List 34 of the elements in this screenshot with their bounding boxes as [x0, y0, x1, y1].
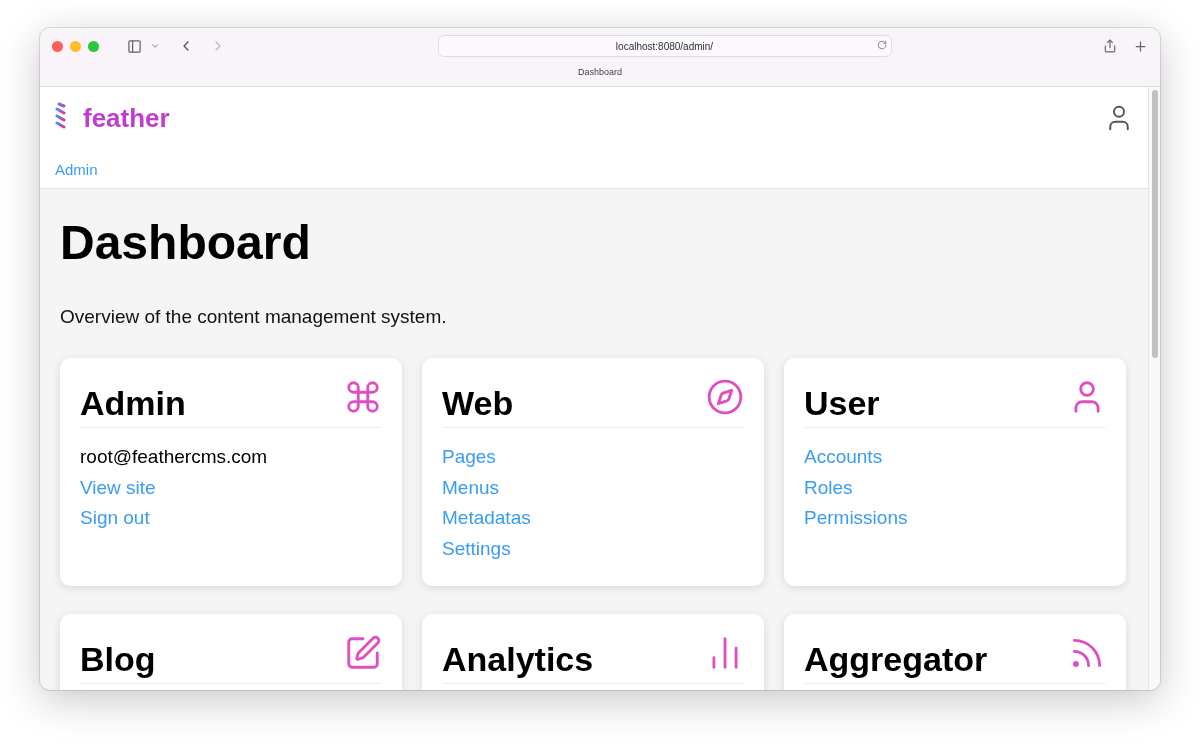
chevron-down-icon[interactable]	[150, 41, 160, 51]
card-title: Admin	[80, 384, 186, 423]
reload-icon[interactable]	[876, 40, 887, 50]
new-tab-icon[interactable]	[1133, 38, 1148, 54]
command-icon	[344, 378, 382, 416]
card-title: Web	[442, 384, 514, 423]
scrollbar-thumb[interactable]	[1151, 90, 1158, 358]
card-link[interactable]: Metadatas	[442, 503, 531, 534]
card-link[interactable]: Roles	[804, 472, 853, 503]
card-text: root@feathercms.com	[80, 445, 268, 469]
card-title: Analytics	[442, 640, 594, 679]
breadcrumb-link[interactable]: Admin	[55, 161, 98, 178]
edit-icon	[344, 634, 382, 672]
card-title: User	[804, 384, 880, 423]
sidebar-icon[interactable]	[127, 38, 142, 54]
card-link[interactable]: Settings	[442, 533, 511, 564]
card-title: Aggregator	[804, 640, 988, 679]
card-link[interactable]: View site	[80, 472, 156, 503]
close-icon[interactable]	[52, 40, 63, 52]
logo-text[interactable]: feather	[83, 102, 170, 134]
card-link[interactable]: Sign out	[80, 503, 150, 534]
tab-title: Dashboard	[577, 67, 623, 77]
minimize-icon[interactable]	[70, 40, 81, 52]
card-link[interactable]: Permissions	[804, 503, 908, 534]
card-link[interactable]: Menus	[442, 472, 500, 503]
page-title: Dashboard	[60, 215, 312, 270]
card-title: Blog	[80, 640, 156, 679]
zoom-icon[interactable]	[88, 40, 99, 52]
compass-icon	[706, 378, 744, 416]
card-link[interactable]: Accounts	[804, 442, 883, 473]
address-bar[interactable]: localhost:8080/admin/	[437, 35, 892, 57]
page-subtitle: Overview of the content management system.	[60, 306, 448, 328]
card-link[interactable]: Pages	[442, 442, 496, 473]
share-icon[interactable]	[1103, 39, 1117, 53]
